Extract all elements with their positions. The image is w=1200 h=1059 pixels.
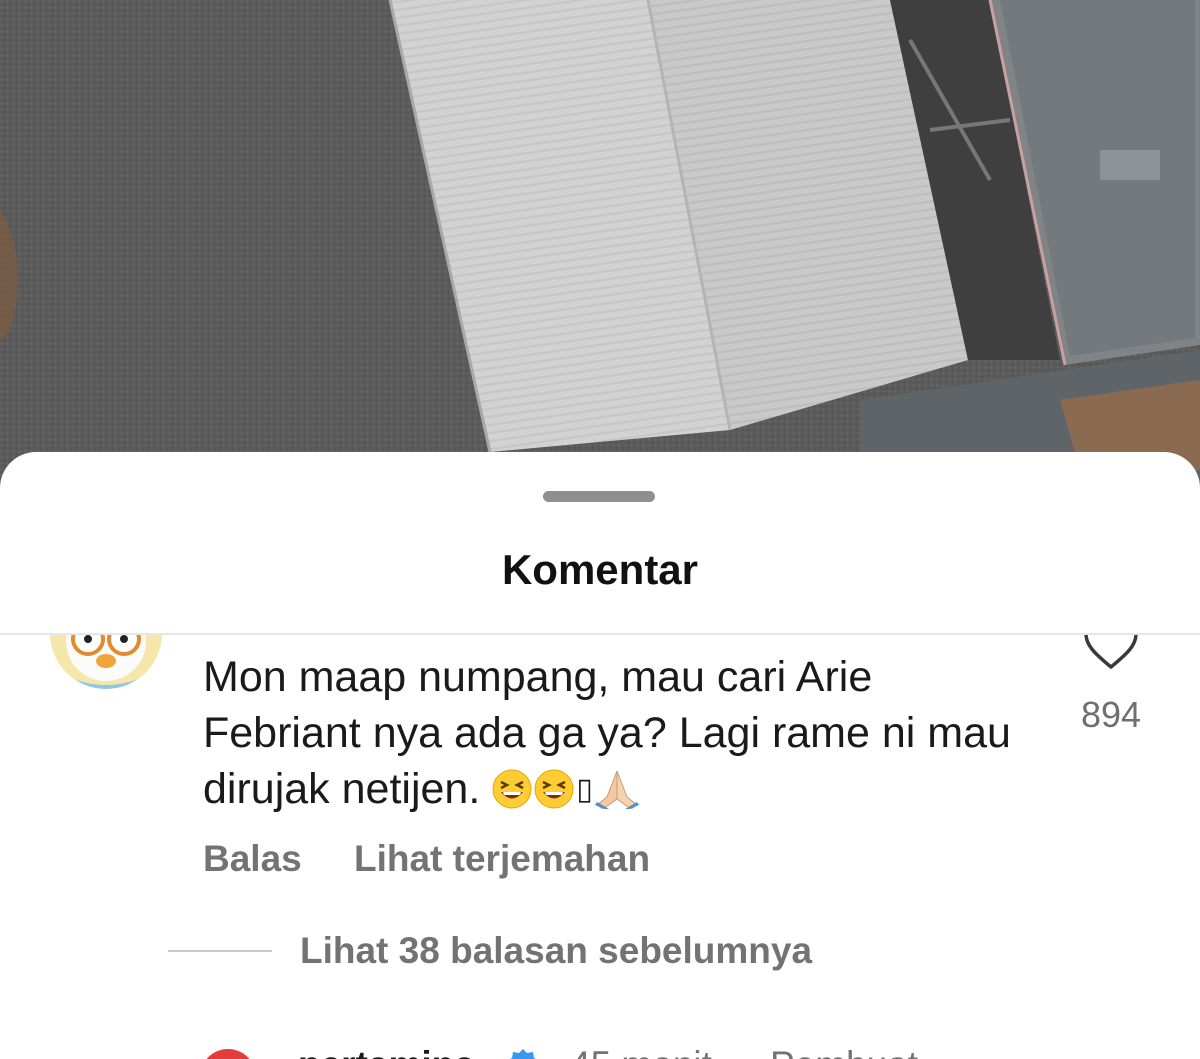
avatar[interactable] — [50, 635, 162, 689]
author-tag: Pembuat — [770, 1043, 918, 1059]
drag-handle[interactable] — [543, 491, 655, 502]
missing-glyph-box: ▯ — [576, 773, 593, 806]
view-previous-replies-button[interactable]: Lihat 38 balasan sebelumnya — [300, 929, 812, 973]
avatar[interactable] — [200, 1049, 256, 1059]
comment-text: Mon maap numpang, mau cari Arie Febriant… — [203, 649, 1023, 823]
folded-hands-icon — [593, 767, 641, 823]
heart-outline-icon — [1084, 635, 1138, 669]
like-button[interactable] — [1082, 635, 1140, 671]
post-image-aerial-view — [0, 0, 1200, 520]
sheet-title: Komentar — [501, 546, 699, 593]
like-count: 894 — [1080, 694, 1142, 735]
reply-button[interactable]: Balas — [203, 837, 302, 881]
comment-list[interactable]: Mon maap numpang, mau cari Arie Febriant… — [0, 635, 1200, 1059]
verified-badge-icon — [510, 1049, 536, 1059]
grinning-squinting-face-icon — [534, 767, 574, 823]
reply-timestamp: 45 menit — [570, 1043, 712, 1059]
replies-divider-line — [168, 950, 272, 952]
comments-bottom-sheet: Komentar Mon maap numpang, mau cari Arie… — [0, 452, 1200, 1059]
see-translation-button[interactable]: Lihat terjemahan — [354, 837, 650, 881]
grinning-squinting-face-icon — [492, 767, 532, 823]
instagram-comments-screen: Komentar Mon maap numpang, mau cari Arie… — [0, 0, 1200, 1059]
reply-username[interactable]: pertamina — [298, 1043, 475, 1059]
reply-item[interactable]: pertamina 45 menit Pembuat — [0, 1035, 1200, 1059]
